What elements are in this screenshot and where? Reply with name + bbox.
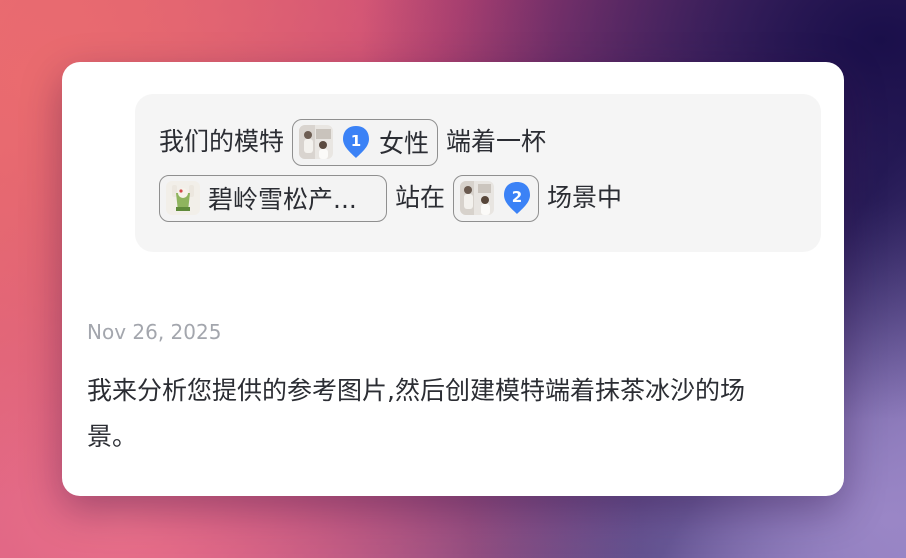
user-text-segment: 我们的模特	[159, 127, 285, 156]
model-photo-thumbnail-icon	[299, 125, 334, 159]
user-text-segment: 站在	[395, 183, 446, 212]
user-message-line-2: 碧岭雪松产... 站在 2 场景中	[159, 174, 622, 222]
reference-chip-scene[interactable]: 2	[453, 174, 540, 222]
user-message-line-1: 我们的模特 1 女性 端着一杯	[159, 118, 546, 166]
pin-number: 1	[351, 132, 361, 150]
map-pin-badge-icon: 1	[341, 125, 371, 159]
message-date: Nov 26, 2025	[87, 320, 222, 344]
chip-label: 碧岭雪松产...	[208, 185, 357, 214]
product-photo-thumbnail-icon	[166, 181, 200, 215]
reference-chip-female-model[interactable]: 1 女性	[292, 118, 439, 166]
assistant-reply-text: 我来分析您提供的参考图片,然后创建模特端着抹茶冰沙的场景。	[87, 376, 745, 451]
user-text-segment: 端着一杯	[446, 127, 547, 156]
user-text-segment: 场景中	[547, 183, 623, 212]
map-pin-badge-icon: 2	[502, 181, 532, 215]
reference-chip-product[interactable]: 碧岭雪松产...	[159, 174, 387, 222]
chip-label: 女性	[379, 129, 430, 158]
user-message-bubble: 我们的模特 1 女性 端着一杯 碧岭雪松产... 站在 2 场景中	[135, 94, 821, 252]
scene-photo-thumbnail-icon	[460, 181, 495, 215]
chat-card: 我们的模特 1 女性 端着一杯 碧岭雪松产... 站在 2 场景中 Nov 26…	[62, 62, 844, 496]
pin-number: 2	[512, 188, 522, 206]
